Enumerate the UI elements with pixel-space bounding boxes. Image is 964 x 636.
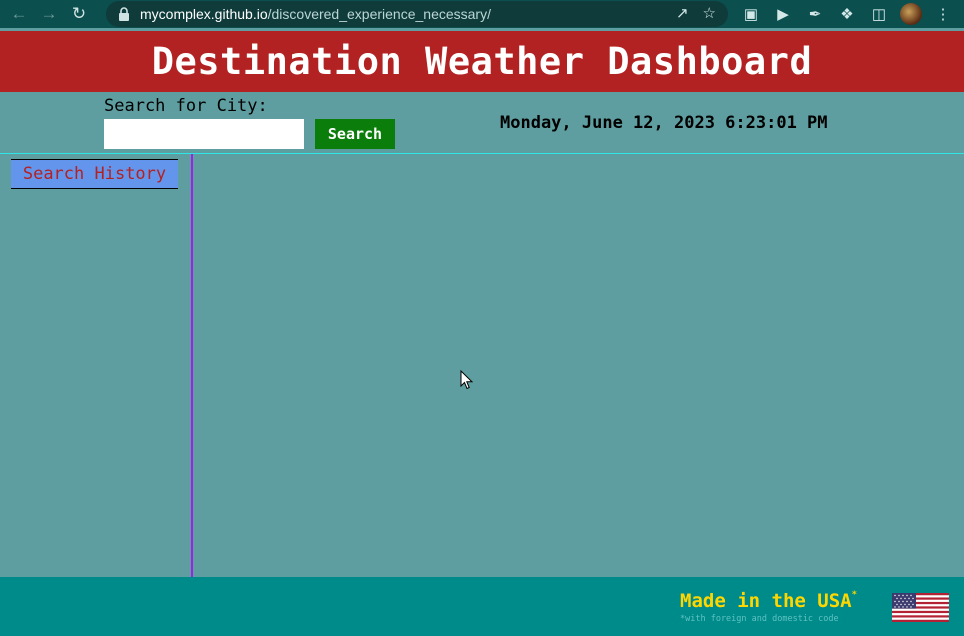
site-footer: Made in the USA* *with foreign and domes… xyxy=(0,577,964,636)
star-icon[interactable]: ☆ xyxy=(703,5,716,23)
back-arrow-icon[interactable]: ← xyxy=(8,3,30,25)
city-search-input[interactable] xyxy=(104,119,304,149)
search-history-sidebar: Search History xyxy=(0,154,193,577)
usa-flag-icon xyxy=(892,593,949,622)
reload-icon[interactable]: ↻ xyxy=(68,3,90,25)
forward-arrow-icon[interactable]: → xyxy=(38,3,60,25)
search-label: Search for City: xyxy=(104,96,268,116)
url-path: /discovered_experience_necessary/ xyxy=(267,6,491,22)
extension-pen-icon[interactable]: ✒ xyxy=(804,3,826,25)
made-in-usa-mark: * xyxy=(851,590,858,600)
browser-toolbar: ← → ↻ mycomplex.github.io/discovered_exp… xyxy=(0,0,964,28)
site-header: Destination Weather Dashboard xyxy=(0,31,964,92)
search-history-heading: Search History xyxy=(11,159,178,189)
url-host: mycomplex.github.io xyxy=(140,6,268,22)
made-in-usa-note: *with foreign and domestic code xyxy=(680,614,839,624)
lock-icon xyxy=(119,7,129,21)
share-icon[interactable]: ↗ xyxy=(676,5,689,23)
search-button[interactable]: Search xyxy=(315,119,395,149)
extension-window-icon[interactable]: ▣ xyxy=(740,3,762,25)
current-datetime: Monday, June 12, 2023 6:23:01 PM xyxy=(500,113,828,133)
profile-avatar[interactable] xyxy=(900,3,922,25)
search-section: Search for City: Search Monday, June 12,… xyxy=(0,92,964,154)
made-in-usa-label: Made in the USA xyxy=(680,590,852,612)
mouse-cursor-icon xyxy=(460,370,474,390)
kebab-menu-icon[interactable]: ⋮ xyxy=(932,3,954,25)
address-bar[interactable]: mycomplex.github.io/discovered_experienc… xyxy=(106,1,728,27)
weather-results-area xyxy=(193,154,964,577)
made-in-usa-text: Made in the USA* xyxy=(680,590,857,612)
sidepanel-icon[interactable]: ◫ xyxy=(868,3,890,25)
puzzle-icon[interactable]: ❖ xyxy=(836,3,858,25)
extension-video-icon[interactable]: ▶ xyxy=(772,3,794,25)
page-title: Destination Weather Dashboard xyxy=(151,40,813,83)
